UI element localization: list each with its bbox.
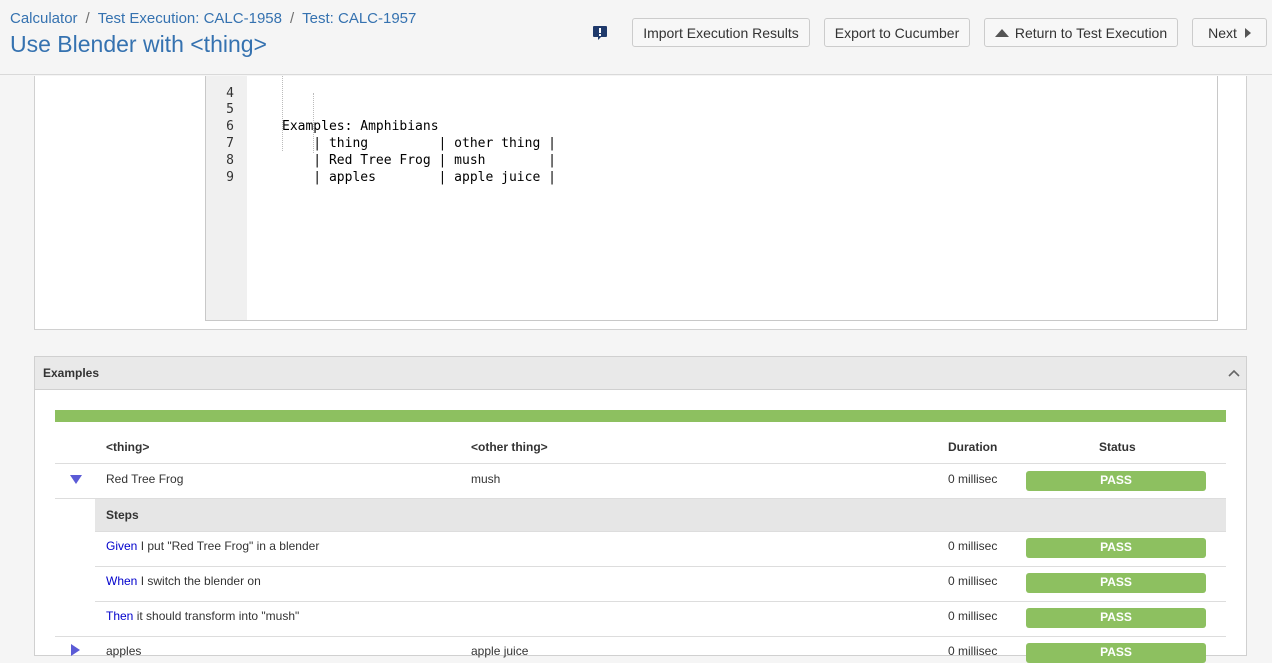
next-button-label: Next [1208, 24, 1237, 41]
line-text: | thing | other thing | [282, 136, 556, 151]
step-text: Then it should transform into "mush" [106, 609, 299, 623]
examples-title: Examples [43, 366, 100, 380]
column-header-other-thing: <other thing> [471, 440, 548, 454]
column-header-thing: <thing> [106, 440, 150, 454]
steps-label: Steps [106, 508, 139, 522]
row-divider [55, 463, 1226, 464]
column-header-duration: Duration [948, 440, 998, 454]
examples-panel: Examples <thing> <other thing> Duration … [34, 356, 1247, 663]
next-button[interactable]: Next [1192, 18, 1267, 47]
page-title: Use Blender with <thing> [10, 31, 267, 57]
steps-header: Steps [95, 499, 1226, 531]
step-text: Given I put "Red Tree Frog" in a blender [106, 539, 319, 553]
row-divider [55, 636, 1226, 637]
step-description: it should transform into "mush" [133, 609, 300, 623]
example-other-thing-cell: mush [471, 472, 501, 486]
breadcrumb-separator: / [289, 10, 295, 27]
triangle-down-icon[interactable] [70, 475, 82, 484]
export-to-cucumber-button[interactable]: Export to Cucumber [824, 18, 970, 47]
examples-progress-bar [55, 410, 1226, 422]
step-keyword: Then [106, 609, 134, 623]
step-keyword: Given [106, 539, 138, 553]
breadcrumb-project-link[interactable]: Calculator [10, 10, 78, 27]
breadcrumb-execution-link[interactable]: Test Execution: CALC-1958 [98, 10, 282, 27]
line-text: | Red Tree Frog | mush | [282, 153, 556, 168]
step-duration-cell: 0 millisec [948, 539, 998, 553]
example-duration-cell: 0 millisec [948, 472, 998, 486]
line-text: Examples: Amphibians [282, 119, 439, 134]
return-to-test-execution-button[interactable]: Return to Test Execution [984, 18, 1178, 47]
code-line: 6 | thing | other thing | [206, 101, 556, 151]
examples-header[interactable]: Examples [35, 357, 1246, 390]
export-button-label: Export to Cucumber [834, 24, 960, 41]
page-header: Calculator / Test Execution: CALC-1958 / Tes… [0, 0, 1272, 75]
import-button-label: Import Execution Results [643, 24, 799, 41]
status-badge: PASS [1026, 643, 1206, 663]
step-duration-cell: 0 millisec [948, 574, 998, 588]
line-text: | apples | apple juice | [282, 170, 556, 185]
step-keyword: When [106, 574, 138, 588]
step-text: When I switch the blender on [106, 574, 261, 588]
line-number: 9 [226, 170, 234, 185]
row-divider [95, 531, 1226, 532]
breadcrumb-test-link[interactable]: Test: CALC-1957 [302, 10, 416, 27]
status-badge: PASS [1026, 608, 1206, 628]
example-thing-cell: Red Tree Frog [106, 472, 184, 486]
code-line: 7 | Red Tree Frog | mush | [206, 118, 556, 168]
status-badge: PASS [1026, 471, 1206, 491]
triangle-right-icon[interactable] [71, 644, 80, 656]
example-other-thing-cell: apple juice [471, 644, 529, 658]
import-execution-results-button[interactable]: Import Execution Results [632, 18, 810, 47]
breadcrumb-separator: / [85, 10, 90, 27]
breadcrumb: Calculator / Test Execution: CALC-1958 / Tes… [10, 10, 416, 27]
code-line: 5 Examples: Amphibians [206, 84, 438, 134]
step-description: I switch the blender on [137, 574, 261, 588]
scenario-definition-panel: 4 5 Examples: Amphibians 6 | thing | oth… [34, 76, 1247, 330]
code-editor[interactable]: 4 5 Examples: Amphibians 6 | thing | oth… [205, 76, 1218, 321]
chevron-up-icon[interactable] [1228, 369, 1240, 377]
triangle-right-icon [1244, 27, 1251, 38]
status-badge: PASS [1026, 538, 1206, 558]
triangle-up-icon [994, 28, 1009, 37]
column-header-status: Status [1099, 440, 1136, 454]
step-duration-cell: 0 millisec [948, 609, 998, 623]
code-line: 9 [206, 152, 269, 185]
example-duration-cell: 0 millisec [948, 644, 998, 658]
step-description: I put "Red Tree Frog" in a blender [137, 539, 320, 553]
return-button-label: Return to Test Execution [1014, 24, 1168, 41]
status-badge: PASS [1026, 573, 1206, 593]
row-divider [95, 566, 1226, 567]
main-content: 4 5 Examples: Amphibians 6 | thing | oth… [0, 76, 1272, 663]
row-divider [95, 601, 1226, 602]
code-line: 8 | apples | apple juice | [206, 135, 556, 185]
feedback-icon[interactable] [592, 25, 608, 41]
example-thing-cell: apples [106, 644, 142, 658]
